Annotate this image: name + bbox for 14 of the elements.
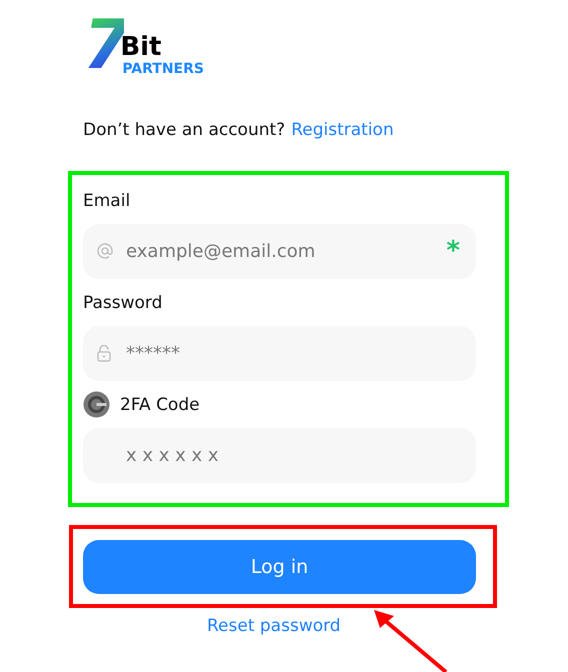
field-label: Password [83,292,162,312]
field-label: 2FA Code [120,394,200,414]
padlock-icon [97,345,111,362]
login-button[interactable]: Log in [83,540,476,594]
required-mark: * [446,236,460,266]
registration-link[interactable]: Registration [291,120,394,140]
logo-subtitle: PARTNERS [122,61,204,78]
password-field[interactable]: ****** [83,326,476,381]
authenticator-icon [83,391,110,418]
signup-prompt: Don’t have an account? [83,120,286,140]
code-field[interactable]: x x x x x x [83,428,476,483]
at-icon [97,243,113,259]
field-label: Email [83,190,130,210]
reset-password-link[interactable]: Reset password [207,616,341,636]
